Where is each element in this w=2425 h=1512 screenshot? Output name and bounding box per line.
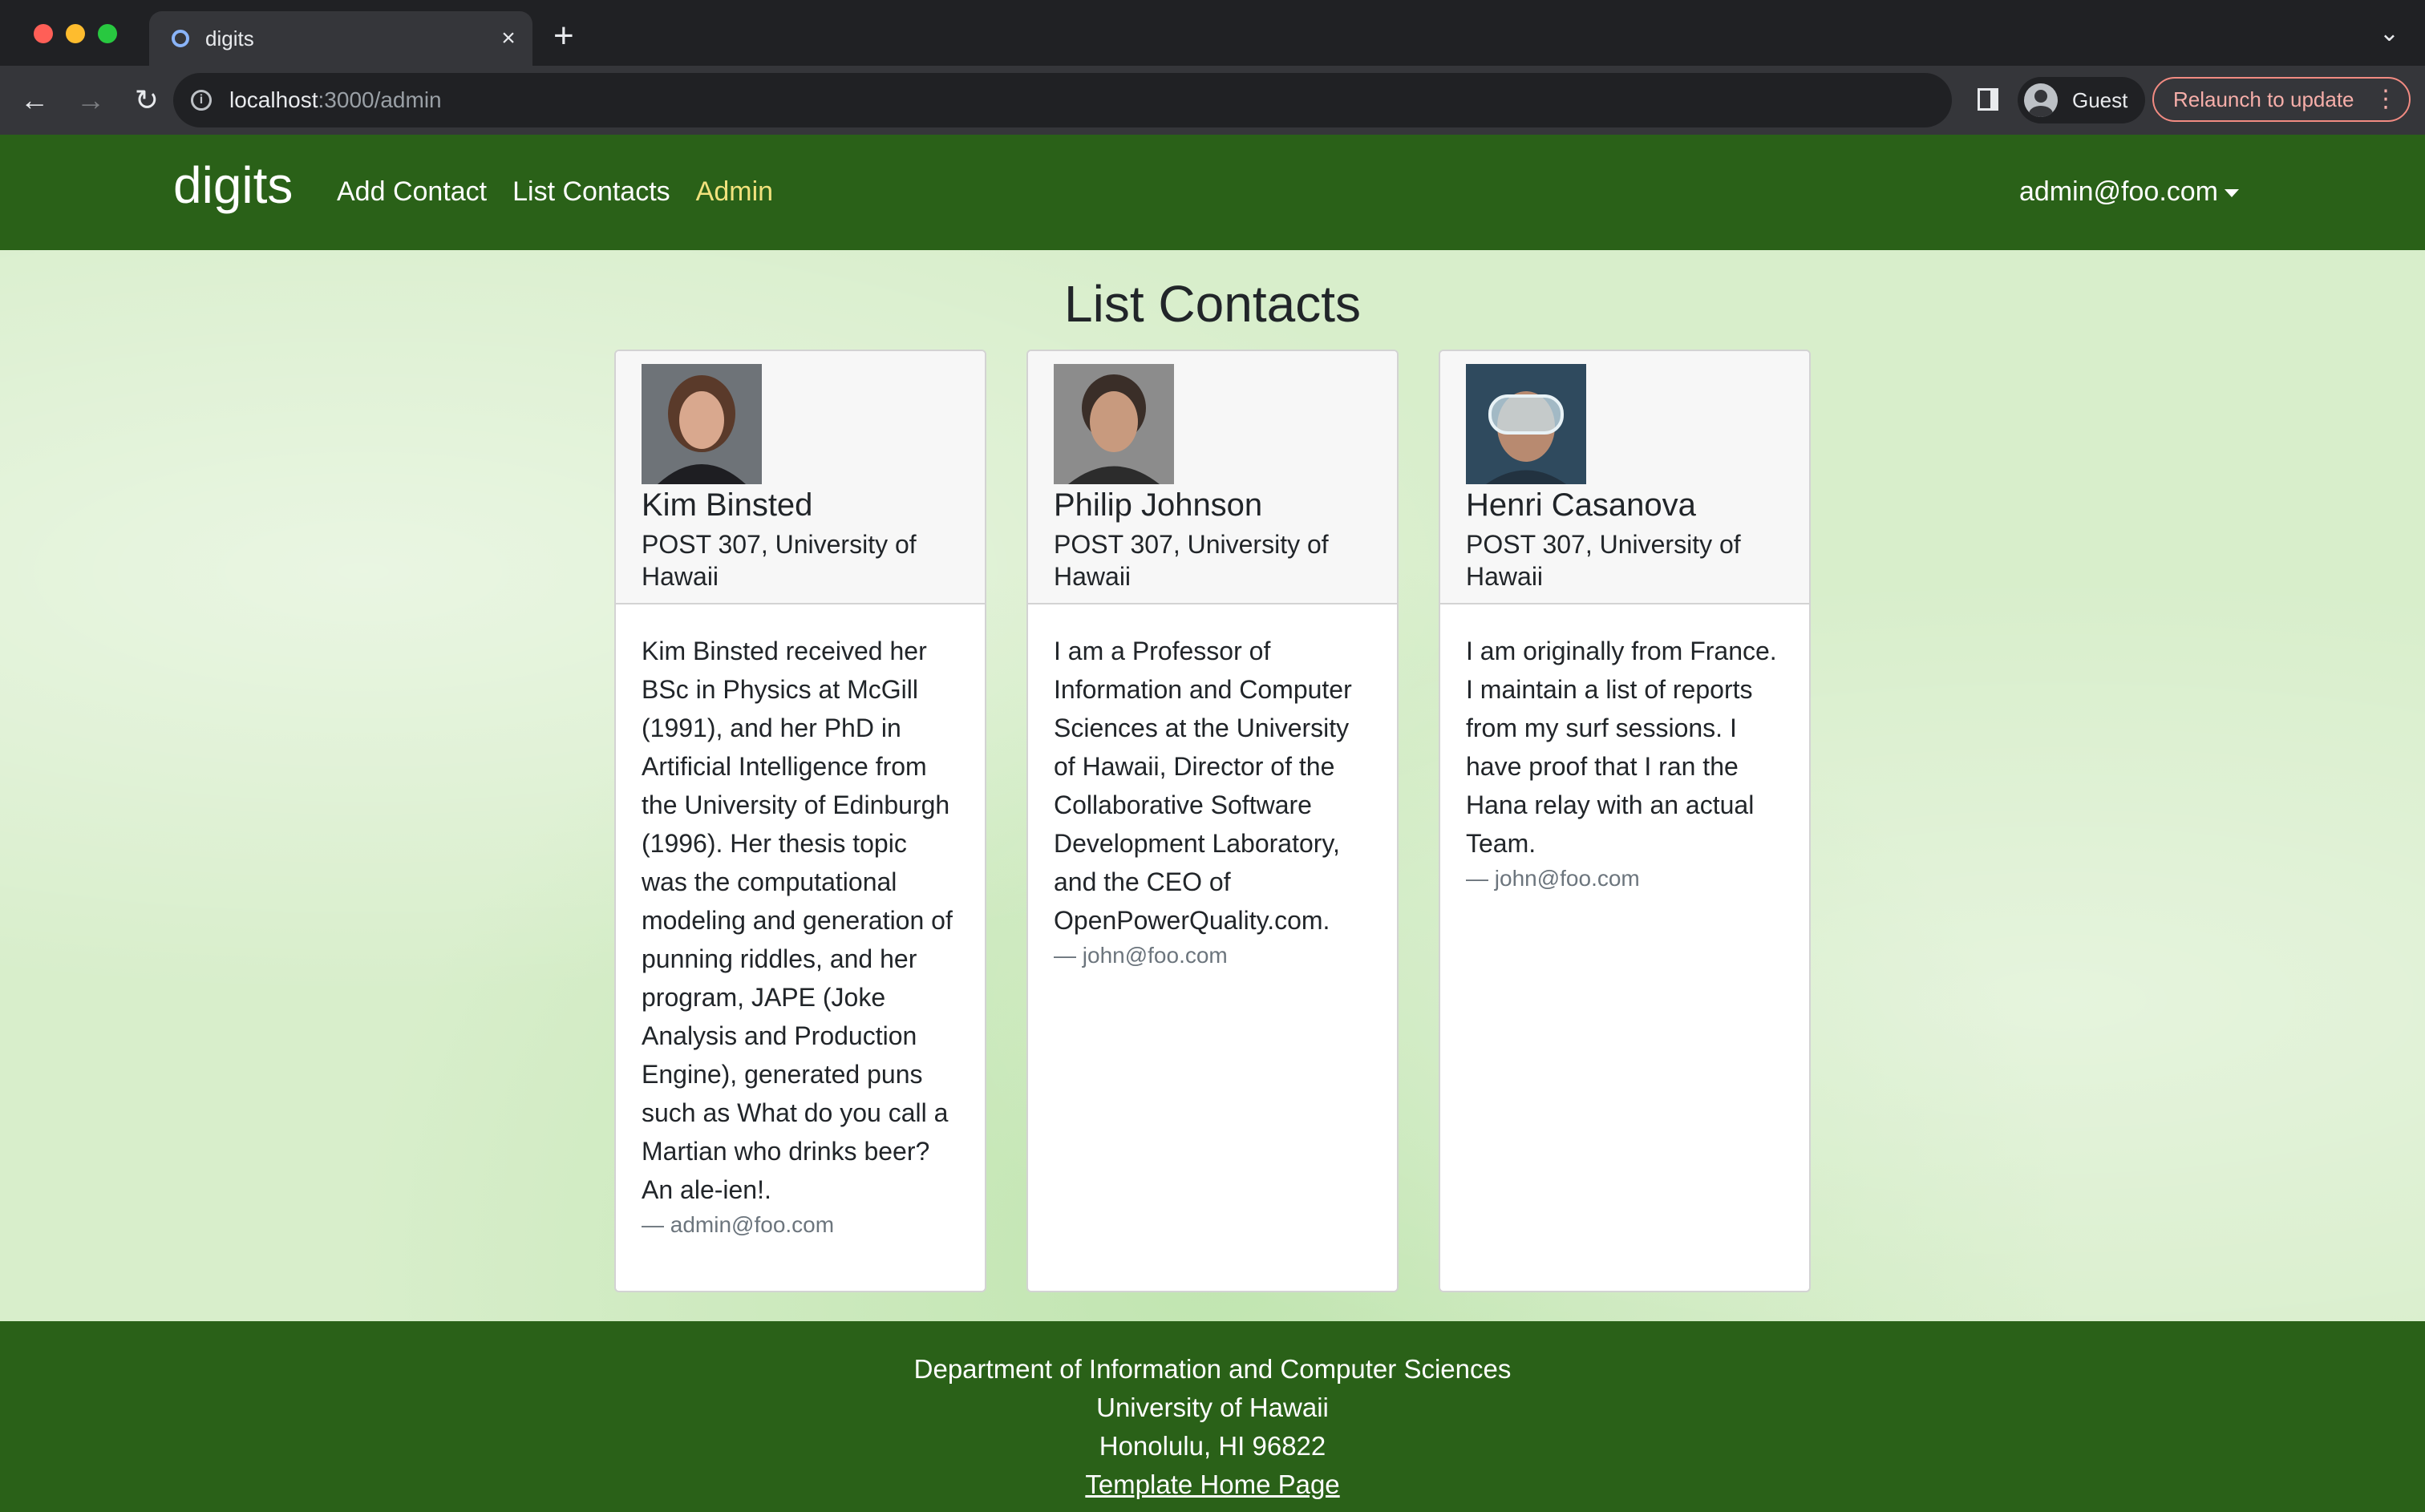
- profile-label: Guest: [2072, 87, 2128, 112]
- side-panel-icon[interactable]: [1978, 88, 1998, 111]
- footer-university: University of Hawaii: [1096, 1393, 1329, 1422]
- contact-cards: Kim Binsted POST 307, University of Hawa…: [614, 350, 1811, 1292]
- brand-link[interactable]: digits: [173, 156, 293, 215]
- url-text: localhost:3000/admin: [229, 87, 442, 113]
- window-controls: [34, 24, 117, 43]
- card-body: I am originally from France. I maintain …: [1440, 604, 1809, 919]
- address-bar[interactable]: i localhost:3000/admin: [173, 73, 1952, 127]
- contact-photo: [1054, 364, 1174, 484]
- browser-tab-strip: digits × + ⌄: [0, 0, 2425, 66]
- nav-list-contacts[interactable]: List Contacts: [512, 176, 670, 208]
- relaunch-label: Relaunch to update: [2173, 87, 2354, 111]
- contact-address: POST 307, University of Hawaii: [1054, 530, 1329, 591]
- forward-arrow-icon[interactable]: →: [63, 83, 119, 117]
- contact-description: I am a Professor of Information and Comp…: [1054, 637, 1352, 935]
- url-host: localhost: [229, 87, 318, 112]
- profile-avatar-icon: [2024, 83, 2058, 117]
- user-dropdown-label: admin@foo.com: [2018, 176, 2218, 207]
- nav-add-contact[interactable]: Add Contact: [337, 176, 487, 208]
- card-header: Kim Binsted POST 307, University of Hawa…: [616, 351, 985, 604]
- maximize-window-button[interactable]: [98, 24, 117, 43]
- relaunch-button[interactable]: Relaunch to update ⋮: [2152, 77, 2411, 122]
- contact-owner: — john@foo.com: [1466, 866, 1640, 891]
- contact-description: I am originally from France. I maintain …: [1466, 637, 1777, 858]
- card-header: Philip Johnson POST 307, University of H…: [1028, 351, 1397, 604]
- main-content: List Contacts Kim Binsted POST 307, Univ…: [0, 250, 2425, 1321]
- minimize-window-button[interactable]: [66, 24, 85, 43]
- contact-photo: [642, 364, 762, 484]
- site-info-icon[interactable]: i: [191, 90, 212, 111]
- card-body: I am a Professor of Information and Comp…: [1028, 604, 1397, 996]
- close-tab-icon[interactable]: ×: [492, 25, 524, 52]
- contact-owner: — john@foo.com: [1054, 943, 1228, 968]
- new-tab-icon[interactable]: +: [553, 16, 574, 56]
- contact-name: Philip Johnson: [1054, 487, 1263, 523]
- contact-photo: [1466, 364, 1586, 484]
- tab-title: digits: [205, 26, 254, 51]
- favicon-icon: [172, 30, 189, 47]
- contact-card: Philip Johnson POST 307, University of H…: [1026, 350, 1399, 1292]
- footer-department: Department of Information and Computer S…: [913, 1354, 1512, 1384]
- more-options-icon[interactable]: ⋮: [2374, 85, 2398, 113]
- nav-admin[interactable]: Admin: [696, 176, 773, 208]
- page-footer: Department of Information and Computer S…: [0, 1321, 2425, 1512]
- back-arrow-icon[interactable]: ←: [6, 83, 63, 117]
- contact-card: Kim Binsted POST 307, University of Hawa…: [614, 350, 986, 1292]
- reload-icon[interactable]: ↻: [119, 83, 175, 117]
- url-path: :3000/admin: [318, 87, 442, 112]
- contact-address: POST 307, University of Hawaii: [642, 530, 917, 591]
- profile-button[interactable]: Guest: [2018, 77, 2146, 123]
- contact-name: Kim Binsted: [642, 487, 813, 523]
- page-title: List Contacts: [1064, 275, 1361, 333]
- card-header: Henri Casanova POST 307, University of H…: [1440, 351, 1809, 604]
- contact-owner: — admin@foo.com: [642, 1212, 835, 1237]
- contact-description: Kim Binsted received her BSc in Physics …: [642, 637, 953, 1204]
- caret-down-icon: [2225, 189, 2239, 198]
- nav-links: Add Contact List Contacts Admin: [337, 176, 773, 208]
- close-window-button[interactable]: [34, 24, 53, 43]
- browser-toolbar: ← → ↻ i localhost:3000/admin Guest Relau…: [0, 66, 2425, 135]
- browser-tab[interactable]: digits ×: [149, 11, 532, 66]
- contact-card: Henri Casanova POST 307, University of H…: [1439, 350, 1811, 1292]
- template-home-link[interactable]: Template Home Page: [1085, 1470, 1339, 1499]
- contact-name: Henri Casanova: [1466, 487, 1696, 523]
- app-navbar: digits Add Contact List Contacts Admin a…: [0, 135, 2425, 250]
- tab-search-chevron-icon[interactable]: ⌄: [2379, 19, 2399, 47]
- card-body: Kim Binsted received her BSc in Physics …: [616, 604, 985, 1265]
- footer-address: Honolulu, HI 96822: [1099, 1431, 1326, 1461]
- contact-address: POST 307, University of Hawaii: [1466, 530, 1741, 591]
- user-dropdown[interactable]: admin@foo.com: [2019, 176, 2239, 208]
